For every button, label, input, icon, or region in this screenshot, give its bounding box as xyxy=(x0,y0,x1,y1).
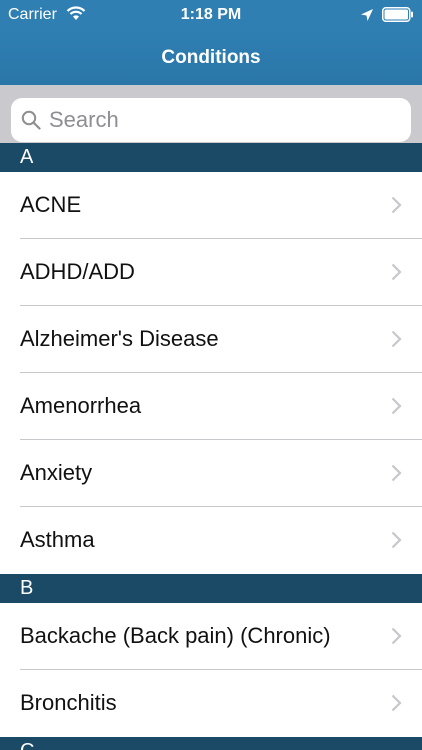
list-item-label: ADHD/ADD xyxy=(20,259,135,284)
chevron-right-icon xyxy=(391,263,402,286)
chevron-right-icon xyxy=(391,531,402,554)
list-item[interactable]: Alzheimer's Disease xyxy=(0,306,422,373)
section-header-b: B xyxy=(0,574,422,603)
search-input[interactable]: Search xyxy=(11,98,411,142)
location-arrow-icon xyxy=(360,8,374,27)
list-item-label: Alzheimer's Disease xyxy=(20,326,219,351)
chevron-right-icon xyxy=(391,196,402,219)
list-item[interactable]: ACNE xyxy=(0,172,422,239)
list-item[interactable]: ADHD/ADD xyxy=(0,239,422,306)
navigation-bar: Conditions xyxy=(0,30,422,85)
chevron-right-icon xyxy=(391,464,402,487)
page-title: Conditions xyxy=(161,47,261,68)
search-placeholder: Search xyxy=(49,107,119,132)
list-item[interactable]: Backache (Back pain) (Chronic) xyxy=(0,603,422,670)
chevron-right-icon xyxy=(391,330,402,353)
list-item-label: Amenorrhea xyxy=(20,393,142,418)
search-icon xyxy=(21,110,41,135)
chevron-right-icon xyxy=(391,397,402,420)
section-header-c: C xyxy=(0,737,422,750)
list-item-label: Asthma xyxy=(20,527,95,552)
list-item-label: ACNE xyxy=(20,192,82,217)
chevron-right-icon xyxy=(391,694,402,717)
search-bar: Search xyxy=(0,85,422,143)
list-item-label: Backache (Back pain) (Chronic) xyxy=(20,623,331,648)
chevron-right-icon xyxy=(391,627,402,650)
list-item-label: Anxiety xyxy=(20,460,93,485)
list-item-label: Bronchitis xyxy=(20,690,117,715)
list-item[interactable]: Amenorrhea xyxy=(0,373,422,440)
status-time: 1:18 PM xyxy=(180,6,242,23)
list-item[interactable]: Anxiety xyxy=(0,440,422,507)
section-header-a: A xyxy=(0,143,422,172)
list-item[interactable]: Bronchitis xyxy=(0,670,422,737)
status-bar: Carrier 1:18 PM xyxy=(0,0,422,30)
list-item[interactable]: Asthma xyxy=(0,507,422,574)
battery-full-icon xyxy=(382,7,414,27)
conditions-list[interactable]: A ACNE ADHD/ADD Alzheimer's Disease Amen… xyxy=(0,143,422,750)
